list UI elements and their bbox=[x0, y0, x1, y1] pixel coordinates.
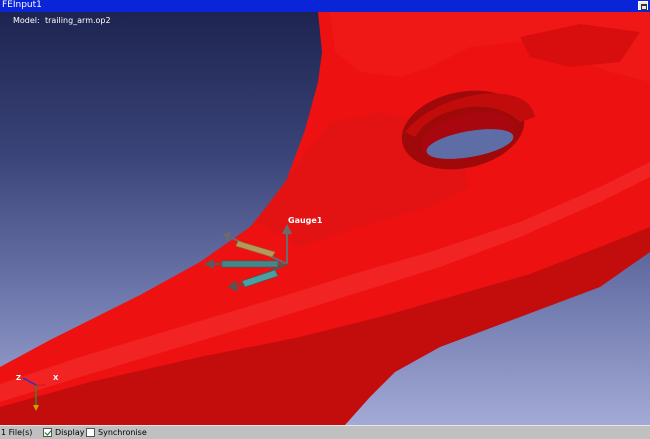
feinput-window: FEInput1 Model: trailing_arm.op2 Gauge1 … bbox=[0, 0, 650, 439]
3d-viewport[interactable]: Model: trailing_arm.op2 Gauge1 Z X bbox=[0, 12, 650, 425]
model-filename: trailing_arm.op2 bbox=[45, 16, 111, 25]
model-label: Model: bbox=[13, 16, 40, 25]
synchronise-label[interactable]: Synchronise bbox=[98, 427, 147, 438]
status-bar: 1 File(s) Display Synchronise bbox=[0, 425, 650, 439]
synchronise-checkbox[interactable] bbox=[86, 428, 95, 437]
axis-z-label: Z bbox=[16, 374, 22, 382]
display-checkbox[interactable] bbox=[43, 428, 52, 437]
title-bar[interactable]: FEInput1 bbox=[0, 0, 650, 12]
axis-x-label: X bbox=[53, 374, 59, 382]
gauge-axis-diag-up-cone bbox=[223, 232, 231, 242]
maximize-button[interactable] bbox=[638, 1, 648, 10]
model-render[interactable] bbox=[0, 12, 650, 425]
display-label[interactable]: Display bbox=[55, 427, 85, 438]
file-count: 1 File(s) bbox=[1, 428, 33, 437]
window-title: FEInput1 bbox=[2, 0, 42, 10]
gauge-label[interactable]: Gauge1 bbox=[288, 216, 322, 225]
gauge-grid-teal bbox=[221, 260, 279, 268]
